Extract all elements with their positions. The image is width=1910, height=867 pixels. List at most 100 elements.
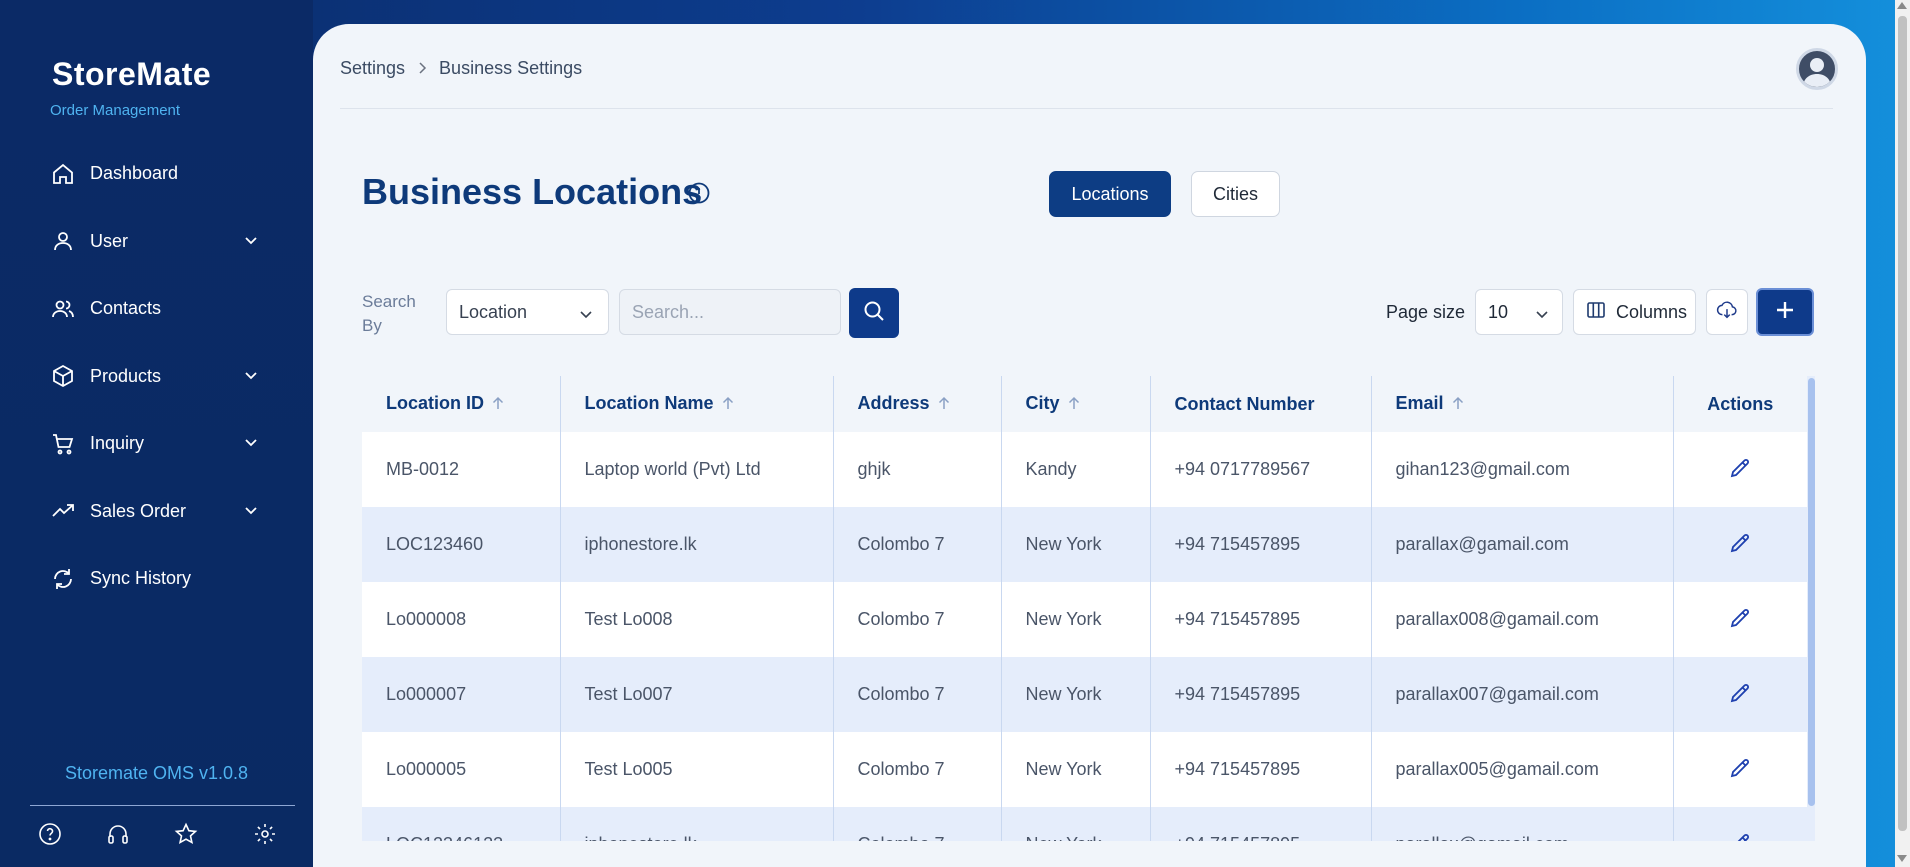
cell-actions xyxy=(1673,582,1807,657)
help-icon[interactable] xyxy=(36,820,64,848)
column-header-location-id[interactable]: Location ID xyxy=(362,376,561,432)
edit-pencil-icon[interactable] xyxy=(1727,455,1753,481)
page-size-select[interactable]: 10 xyxy=(1475,289,1563,335)
edit-pencil-icon[interactable] xyxy=(1727,755,1753,781)
page-size-value: 10 xyxy=(1488,301,1509,322)
scroll-down-arrow-icon[interactable] xyxy=(1897,855,1907,862)
sort-arrow-icon xyxy=(938,394,950,415)
sync-icon xyxy=(50,566,76,592)
edit-pencil-icon[interactable] xyxy=(1727,680,1753,706)
sidebar-item-products[interactable]: Products xyxy=(0,343,313,411)
sidebar-item-label: Contacts xyxy=(90,298,162,319)
cell-email: parallax007@gamail.com xyxy=(1371,657,1674,732)
cart-icon xyxy=(50,431,76,457)
chevron-down-icon xyxy=(243,502,259,523)
cell-address: Colombo 7 xyxy=(833,807,1002,841)
breadcrumb-settings[interactable]: Settings xyxy=(340,58,405,79)
scroll-up-arrow-icon[interactable] xyxy=(1897,2,1907,9)
sidebar-item-inquiry[interactable]: Inquiry xyxy=(0,410,313,478)
avatar[interactable] xyxy=(1796,48,1838,90)
table-row[interactable]: Lo000007 Test Lo007 Colombo 7 New York +94 7… xyxy=(362,657,1807,732)
cell-contact-number: +94 715457895 xyxy=(1150,657,1372,732)
box-icon xyxy=(50,363,76,389)
sidebar-item-user[interactable]: User xyxy=(0,208,313,276)
chevron-down-icon xyxy=(243,434,259,455)
sidebar-item-label: User xyxy=(90,230,129,251)
add-location-button[interactable] xyxy=(1756,288,1814,336)
cell-actions xyxy=(1673,432,1807,507)
cell-email: parallax008@gamail.com xyxy=(1371,582,1674,657)
column-header-email[interactable]: Email xyxy=(1371,376,1674,432)
trend-icon xyxy=(50,498,76,524)
breadcrumb-business-settings: Business Settings xyxy=(439,58,583,78)
cell-location-id: Lo000005 xyxy=(362,732,561,807)
search-field-select[interactable]: Location xyxy=(446,289,609,335)
download-button[interactable] xyxy=(1706,289,1748,335)
sort-arrow-icon xyxy=(722,394,734,415)
cell-city: New York xyxy=(1001,507,1151,582)
app-version: Storemate OMS v1.0.8 xyxy=(64,763,249,783)
cell-address: Colombo 7 xyxy=(833,582,1002,657)
column-header-actions: Actions xyxy=(1673,376,1807,432)
columns-label: Columns xyxy=(1616,301,1688,322)
cell-city: New York xyxy=(1001,732,1151,807)
chevron-down-icon xyxy=(243,232,259,253)
table-row[interactable]: MB-0012 Laptop world (Pvt) Ltd ghjk Kandy +9… xyxy=(362,432,1807,507)
edit-pencil-icon[interactable] xyxy=(1727,605,1753,631)
cell-city: Kandy xyxy=(1001,432,1151,507)
sidebar-item-contacts[interactable]: Contacts xyxy=(0,275,313,343)
sidebar-item-dashboard[interactable]: Dashboard xyxy=(0,140,313,208)
window-scrollbar-thumb[interactable] xyxy=(1898,16,1907,831)
app-logo: StoreMate xyxy=(52,56,212,92)
header-divider xyxy=(340,108,1833,109)
cell-address: Colombo 7 xyxy=(833,507,1002,582)
info-icon[interactable] xyxy=(687,181,711,210)
search-button[interactable] xyxy=(849,288,899,338)
cell-address: Colombo 7 xyxy=(833,657,1002,732)
cell-city: New York xyxy=(1001,582,1151,657)
table-row[interactable]: LOC12346123iphonestore.lkColombo 7New Yo… xyxy=(362,807,1807,841)
contacts-icon xyxy=(50,296,76,322)
search-by-label-line1: Search xyxy=(362,292,416,311)
table-row[interactable]: Lo000008 Test Lo008 Colombo 7 New York +94 7… xyxy=(362,582,1807,657)
table-scrollbar-thumb[interactable] xyxy=(1808,378,1815,806)
table-row[interactable]: LOC123460 iphonestore.lk Colombo 7 New York… xyxy=(362,507,1807,582)
tab-locations[interactable]: Locations xyxy=(1049,171,1171,217)
sidebar-item-label: Sales Order xyxy=(90,500,187,521)
table-header-row: Location ID Location Name Address City C… xyxy=(362,376,1807,432)
cell-contact-number: +94 715457895 xyxy=(1150,582,1372,657)
cell-location-name: iphonestore.lk xyxy=(560,807,834,841)
tab-cities[interactable]: Cities xyxy=(1191,171,1280,217)
cell-location-id: LOC12346123 xyxy=(362,807,561,841)
sort-arrow-icon xyxy=(492,394,504,415)
sidebar-item-sales-order[interactable]: Sales Order xyxy=(0,478,313,546)
column-header-location-name[interactable]: Location Name xyxy=(560,376,834,432)
chevron-down-icon xyxy=(243,367,259,388)
chevron-down-icon xyxy=(1534,306,1550,327)
page-title: Business Locations xyxy=(362,171,703,212)
cell-actions xyxy=(1673,507,1807,582)
column-header-label: Address xyxy=(857,393,930,414)
edit-pencil-icon[interactable] xyxy=(1727,830,1753,841)
column-header-address[interactable]: Address xyxy=(833,376,1002,432)
cell-location-name: Laptop world (Pvt) Ltd xyxy=(560,432,834,507)
search-field-value: Location xyxy=(459,301,528,322)
star-icon[interactable] xyxy=(172,820,200,848)
headset-icon[interactable] xyxy=(104,820,132,848)
chevron-down-icon xyxy=(578,306,594,327)
edit-pencil-icon[interactable] xyxy=(1727,530,1753,556)
sidebar-item-label: Inquiry xyxy=(90,433,145,454)
page-size-label: Page size xyxy=(1386,302,1466,322)
locations-table-container[interactable]: Location ID Location Name Address City C… xyxy=(362,376,1815,841)
sidebar-item-label: Dashboard xyxy=(90,163,179,184)
columns-button[interactable]: Columns xyxy=(1573,289,1696,335)
search-input[interactable] xyxy=(619,289,841,335)
table-row[interactable]: Lo000005 Test Lo005 Colombo 7 New York +94 7… xyxy=(362,732,1807,807)
column-header-label: Email xyxy=(1395,393,1444,414)
app-subtitle: Order Management xyxy=(50,102,181,119)
sidebar-item-sync-history[interactable]: Sync History xyxy=(0,545,313,613)
cell-contact-number: +94 715457895 xyxy=(1150,732,1372,807)
column-header-city[interactable]: City xyxy=(1001,376,1151,432)
gear-icon[interactable] xyxy=(251,820,279,848)
breadcrumb: Settings Business Settings xyxy=(340,58,582,79)
